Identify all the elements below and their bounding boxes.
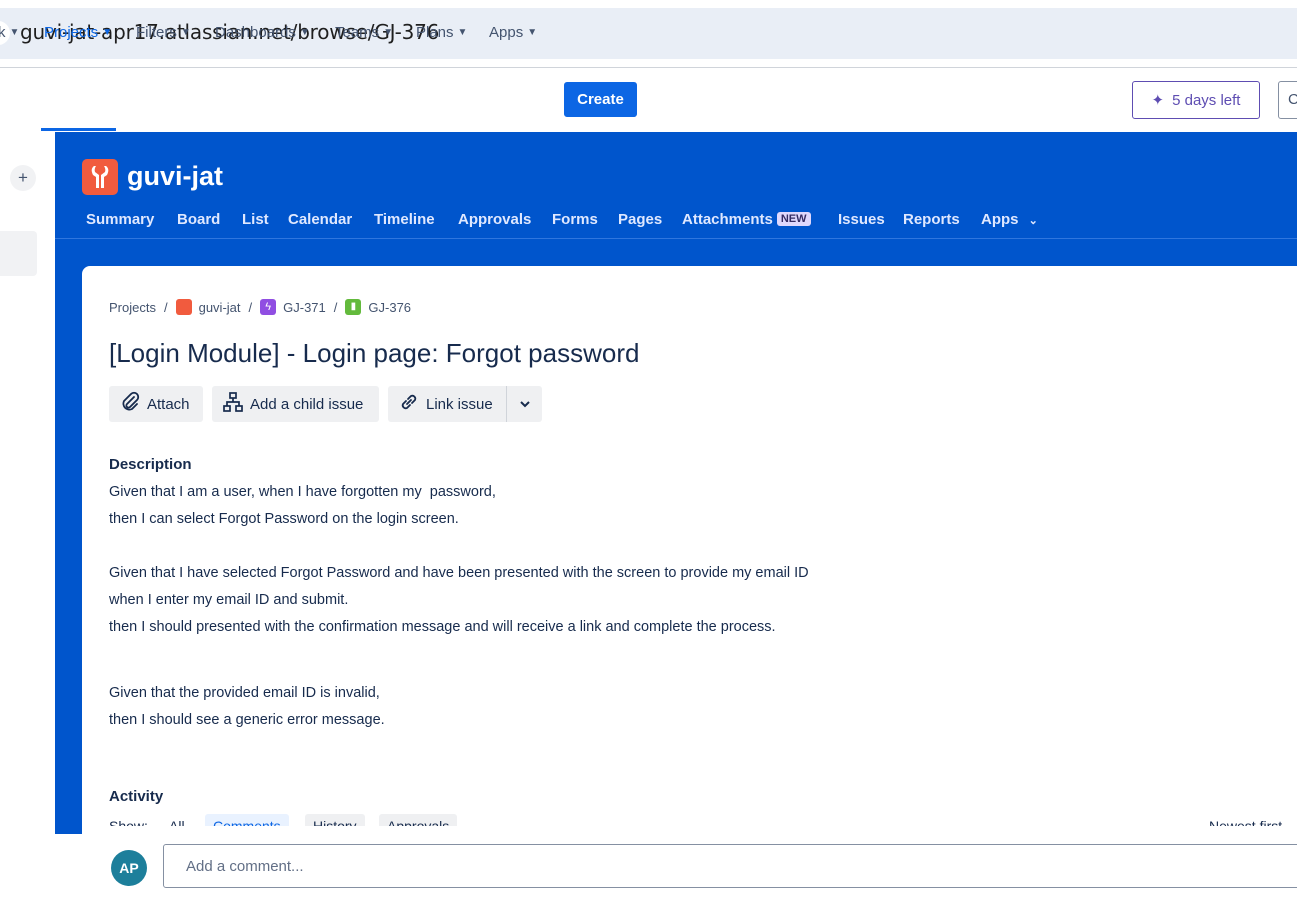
top-right-button[interactable]: C: [1278, 81, 1297, 119]
nav-item-label: k: [0, 24, 6, 41]
trial-label: 5 days left: [1172, 91, 1241, 109]
nav-item-apps[interactable]: Apps ▼: [489, 24, 537, 41]
browser-url-bar[interactable]: guvi-jat-apr17.atlassian.net/browse/GJ-3…: [0, 8, 1297, 59]
add-child-issue-label: Add a child issue: [250, 395, 364, 413]
description-line[interactable]: Given that the provided email ID is inva…: [109, 685, 380, 701]
chevron-down-icon: ▼: [299, 27, 310, 38]
more-actions-dropdown[interactable]: [506, 386, 542, 422]
breadcrumb-project[interactable]: guvi-jat: [199, 300, 241, 315]
new-badge: NEW: [776, 212, 811, 226]
active-nav-indicator: [41, 128, 116, 131]
activity-sort[interactable]: Newest first: [1201, 814, 1290, 826]
description-line[interactable]: then I can select Forgot Password on the…: [109, 511, 459, 527]
chevron-down-icon: ▼: [180, 27, 191, 38]
avatar[interactable]: AP: [111, 850, 147, 886]
chevron-down-icon: ▼: [527, 27, 538, 38]
tab-forms[interactable]: Forms: [552, 211, 598, 228]
nav-item-projects[interactable]: Projects ▼: [44, 24, 112, 41]
activity-label: Activity: [109, 788, 164, 805]
attach-label: Attach: [147, 395, 190, 413]
nav-item-dashboards[interactable]: Dashboards ▼: [215, 24, 310, 41]
add-child-issue-button[interactable]: Add a child issue: [212, 386, 379, 422]
nav-item-label: Teams: [335, 24, 380, 41]
project-logo-icon[interactable]: [82, 159, 118, 195]
activity-filter-comments[interactable]: Comments: [205, 814, 289, 826]
hierarchy-icon: [222, 391, 244, 417]
chevron-down-icon: ▼: [457, 27, 468, 38]
activity-show-label: Show:: [109, 818, 148, 826]
nav-item-label: Apps: [489, 24, 524, 41]
issue-title[interactable]: [Login Module] - Login page: Forgot pass…: [109, 338, 639, 369]
nav-item-label: Filters: [136, 24, 177, 41]
sparkle-icon: ✦: [1151, 92, 1165, 109]
tab-board[interactable]: Board: [177, 211, 220, 228]
chevron-down-icon: ▼: [9, 27, 20, 38]
tab-summary[interactable]: Summary: [86, 211, 154, 228]
breadcrumb-separator: /: [163, 299, 168, 315]
description-line[interactable]: then I should see a generic error messag…: [109, 712, 385, 728]
tab-apps-label: Apps: [981, 211, 1019, 228]
nav-item-label: Dashboards: [215, 24, 296, 41]
tabs-divider: [55, 238, 1297, 239]
description-label: Description: [109, 456, 192, 473]
sidebar-add-button[interactable]: +: [10, 165, 36, 191]
activity-filter-bar: Show: All Comments History Approvals New…: [109, 812, 1297, 826]
tab-attachments[interactable]: Attachments NEW: [682, 211, 811, 228]
project-name[interactable]: guvi-jat: [127, 161, 223, 192]
breadcrumb-issue[interactable]: GJ-376: [368, 300, 411, 315]
tab-list[interactable]: List: [242, 211, 269, 228]
tab-timeline[interactable]: Timeline: [374, 211, 435, 228]
top-navigation: [0, 68, 1297, 132]
trial-days-left-button[interactable]: ✦ 5 days left: [1132, 81, 1260, 119]
tab-apps[interactable]: Apps ⌄: [981, 211, 1038, 228]
sidebar-selected-item[interactable]: [0, 231, 37, 276]
description-line[interactable]: Given that I am a user, when I have forg…: [109, 484, 496, 500]
project-logo-icon: [175, 299, 192, 315]
activity-filter-all[interactable]: All: [161, 814, 193, 826]
description-line[interactable]: Given that I have selected Forgot Passwo…: [109, 565, 809, 581]
tab-pages[interactable]: Pages: [618, 211, 662, 228]
breadcrumb-projects[interactable]: Projects: [109, 300, 156, 315]
epic-icon: ϟ: [260, 299, 277, 315]
description-line[interactable]: when I enter my email ID and submit.: [109, 592, 348, 608]
tab-calendar[interactable]: Calendar: [288, 211, 352, 228]
chevron-down-icon: [519, 395, 531, 413]
description-line[interactable]: then I should presented with the confirm…: [109, 619, 776, 635]
tab-reports[interactable]: Reports: [903, 211, 960, 228]
breadcrumb-separator: /: [333, 299, 338, 315]
tab-issues[interactable]: Issues: [838, 211, 885, 228]
chevron-down-icon: ▼: [383, 27, 394, 38]
nav-item-work[interactable]: k ▼: [0, 24, 19, 41]
breadcrumb-separator: /: [248, 299, 253, 315]
activity-filter-approvals[interactable]: Approvals: [379, 814, 458, 826]
paperclip-icon: [119, 391, 141, 417]
breadcrumb-parent-issue[interactable]: GJ-371: [283, 300, 326, 315]
link-issue-label: Link issue: [426, 395, 493, 413]
link-issue-button[interactable]: Link issue: [388, 386, 506, 422]
nav-item-teams[interactable]: Teams ▼: [335, 24, 393, 41]
nav-item-filters[interactable]: Filters ▼: [136, 24, 191, 41]
nav-item-plans[interactable]: Plans ▼: [416, 24, 467, 41]
activity-filter-history[interactable]: History: [305, 814, 365, 826]
nav-item-label: Plans: [416, 24, 454, 41]
create-button[interactable]: Create: [564, 82, 637, 117]
comment-input[interactable]: [163, 844, 1297, 888]
tab-approvals[interactable]: Approvals: [458, 211, 531, 228]
nav-item-label: Projects: [44, 24, 99, 41]
chevron-down-icon: ⌄: [1028, 215, 1038, 227]
chevron-down-icon: ▼: [102, 27, 113, 38]
attach-button[interactable]: Attach: [109, 386, 203, 422]
breadcrumb: Projects / guvi-jat / ϟ GJ-371 / ▮ GJ-37…: [109, 299, 411, 315]
top-right-button-label: C: [1288, 91, 1297, 108]
link-icon: [398, 391, 420, 417]
tab-attachments-label: Attachments: [682, 211, 773, 228]
story-icon: ▮: [345, 299, 362, 315]
